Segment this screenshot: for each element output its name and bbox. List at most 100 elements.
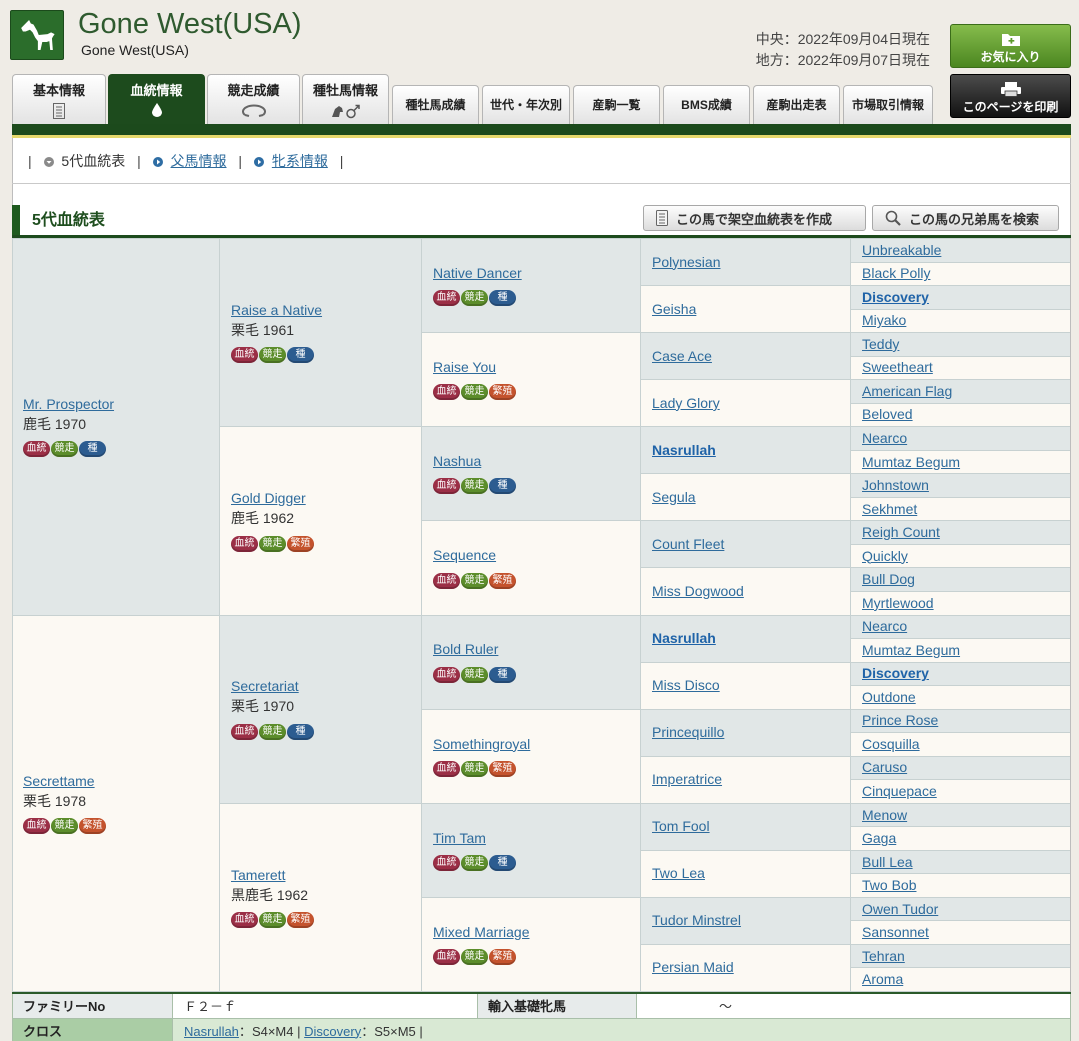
tab-market-trades[interactable]: 市場取引情報 — [843, 85, 933, 124]
horse-name-link[interactable]: Reigh Count — [862, 524, 940, 540]
horse-name-link[interactable]: Nasrullah — [652, 442, 716, 458]
badge-sire[interactable]: 種 — [489, 854, 516, 871]
create-fictional-pedigree-button[interactable]: この馬で架空血統表を作成 — [643, 205, 866, 231]
badge-race[interactable]: 競走 — [259, 535, 286, 552]
horse-name-link[interactable]: Bull Lea — [862, 854, 913, 870]
horse-name-link[interactable]: Secretariat — [231, 678, 299, 694]
horse-name-link[interactable]: Bold Ruler — [433, 641, 498, 657]
badge-pedigree[interactable]: 血統 — [433, 666, 460, 683]
badge-race[interactable]: 競走 — [259, 723, 286, 740]
badge-race[interactable]: 競走 — [461, 760, 488, 777]
badge-broodmare[interactable]: 繁殖 — [489, 949, 516, 966]
horse-name-link[interactable]: Nashua — [433, 453, 481, 469]
horse-name-link[interactable]: Secrettame — [23, 773, 95, 789]
horse-name-link[interactable]: Tom Fool — [652, 818, 710, 834]
badge-pedigree[interactable]: 血統 — [231, 347, 258, 364]
tab-offspring-list[interactable]: 産駒一覧 — [573, 85, 660, 124]
badge-pedigree[interactable]: 血統 — [23, 817, 50, 834]
horse-name-link[interactable]: Raise You — [433, 359, 496, 375]
horse-name-link[interactable]: Nasrullah — [652, 630, 716, 646]
badge-race[interactable]: 競走 — [461, 384, 488, 401]
badge-race[interactable]: 競走 — [461, 666, 488, 683]
horse-name-link[interactable]: Sansonnet — [862, 924, 929, 940]
badge-sire[interactable]: 種 — [287, 347, 314, 364]
horse-name-link[interactable]: Miss Disco — [652, 677, 720, 693]
horse-name-link[interactable]: Johnstown — [862, 477, 929, 493]
horse-name-link[interactable]: American Flag — [862, 383, 952, 399]
horse-name-link[interactable]: Geisha — [652, 301, 696, 317]
horse-name-link[interactable]: Segula — [652, 489, 696, 505]
tab-basic-info[interactable]: 基本情報 — [12, 74, 106, 124]
horse-name-link[interactable]: Lady Glory — [652, 395, 720, 411]
badge-broodmare[interactable]: 繁殖 — [287, 912, 314, 929]
horse-name-link[interactable]: Tehran — [862, 948, 905, 964]
badge-pedigree[interactable]: 血統 — [433, 478, 460, 495]
horse-name-link[interactable]: Gaga — [862, 830, 896, 846]
badge-race[interactable]: 競走 — [259, 347, 286, 364]
horse-name-link[interactable]: Nearco — [862, 618, 907, 634]
horse-name-link[interactable]: Mr. Prospector — [23, 396, 114, 412]
tab-generation-yearly[interactable]: 世代・年次別 — [482, 85, 570, 124]
horse-name-link[interactable]: Gold Digger — [231, 490, 306, 506]
badge-broodmare[interactable]: 繁殖 — [79, 817, 106, 834]
horse-name-link[interactable]: Two Lea — [652, 865, 705, 881]
horse-name-link[interactable]: Myrtlewood — [862, 595, 934, 611]
horse-name-link[interactable]: Bull Dog — [862, 571, 915, 587]
badge-sire[interactable]: 種 — [489, 666, 516, 683]
female-line-link[interactable]: 牝系情報 — [272, 153, 328, 169]
horse-name-link[interactable]: Outdone — [862, 689, 916, 705]
badge-race[interactable]: 競走 — [461, 572, 488, 589]
badge-pedigree[interactable]: 血統 — [433, 949, 460, 966]
badge-broodmare[interactable]: 繁殖 — [489, 760, 516, 777]
tab-stallion-results[interactable]: 種牡馬成績 — [392, 85, 479, 124]
horse-name-link[interactable]: Caruso — [862, 759, 907, 775]
horse-name-link[interactable]: Mixed Marriage — [433, 924, 529, 940]
favorite-button[interactable]: お気に入り — [950, 24, 1071, 68]
horse-name-link[interactable]: Native Dancer — [433, 265, 522, 281]
cross-horse-link[interactable]: Discovery — [304, 1024, 361, 1039]
horse-name-link[interactable]: Tamerett — [231, 867, 285, 883]
badge-pedigree[interactable]: 血統 — [231, 912, 258, 929]
horse-name-link[interactable]: Sekhmet — [862, 501, 917, 517]
badge-pedigree[interactable]: 血統 — [231, 535, 258, 552]
badge-pedigree[interactable]: 血統 — [433, 572, 460, 589]
badge-race[interactable]: 競走 — [461, 949, 488, 966]
horse-name-link[interactable]: Mumtaz Begum — [862, 642, 960, 658]
horse-name-link[interactable]: Mumtaz Begum — [862, 454, 960, 470]
badge-sire[interactable]: 種 — [79, 441, 106, 458]
horse-name-link[interactable]: Prince Rose — [862, 712, 938, 728]
horse-name-link[interactable]: Tudor Minstrel — [652, 912, 741, 928]
horse-name-link[interactable]: Discovery — [862, 665, 929, 681]
horse-name-link[interactable]: Cinquepace — [862, 783, 937, 799]
site-logo[interactable] — [10, 10, 64, 60]
horse-name-link[interactable]: Aroma — [862, 971, 903, 987]
tab-bms-results[interactable]: BMS成績 — [663, 85, 750, 124]
tab-pedigree[interactable]: 血統情報 — [108, 74, 205, 124]
horse-name-link[interactable]: Owen Tudor — [862, 901, 938, 917]
badge-race[interactable]: 競走 — [461, 478, 488, 495]
badge-pedigree[interactable]: 血統 — [433, 760, 460, 777]
sire-info-link[interactable]: 父馬情報 — [171, 153, 227, 169]
horse-name-link[interactable]: Miss Dogwood — [652, 583, 744, 599]
horse-name-link[interactable]: Imperatrice — [652, 771, 722, 787]
horse-name-link[interactable]: Tim Tam — [433, 830, 486, 846]
badge-race[interactable]: 競走 — [461, 854, 488, 871]
badge-pedigree[interactable]: 血統 — [433, 854, 460, 871]
horse-name-link[interactable]: Unbreakable — [862, 242, 941, 258]
badge-broodmare[interactable]: 繁殖 — [287, 535, 314, 552]
tab-offspring-entries[interactable]: 産駒出走表 — [753, 85, 840, 124]
badge-pedigree[interactable]: 血統 — [433, 384, 460, 401]
search-siblings-button[interactable]: この馬の兄弟馬を検索 — [872, 205, 1059, 231]
horse-name-link[interactable]: Polynesian — [652, 254, 721, 270]
badge-sire[interactable]: 種 — [489, 290, 516, 307]
horse-name-link[interactable]: Case Ace — [652, 348, 712, 364]
badge-broodmare[interactable]: 繁殖 — [489, 572, 516, 589]
horse-name-link[interactable]: Somethingroyal — [433, 736, 530, 752]
badge-race[interactable]: 競走 — [461, 290, 488, 307]
horse-name-link[interactable]: Discovery — [862, 289, 929, 305]
badge-pedigree[interactable]: 血統 — [231, 723, 258, 740]
cross-horse-link[interactable]: Nasrullah — [184, 1024, 239, 1039]
badge-race[interactable]: 競走 — [259, 912, 286, 929]
tab-stallion-info[interactable]: 種牡馬情報 — [302, 74, 389, 124]
horse-name-link[interactable]: Raise a Native — [231, 302, 322, 318]
